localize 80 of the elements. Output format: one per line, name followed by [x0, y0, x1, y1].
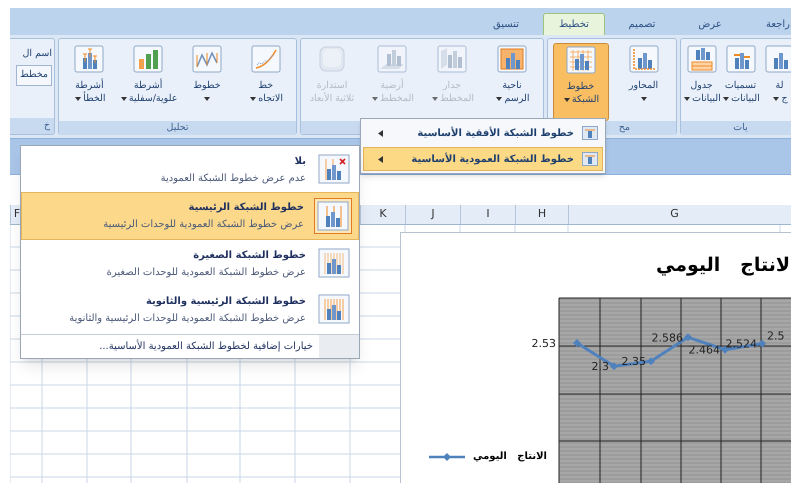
- bar-chart-icon: [133, 45, 164, 73]
- tab[interactable]: راجعة: [747, 13, 791, 35]
- menu-item-description: عرض خطوط الشبكة العمودية للوحدات الرئيسية: [103, 218, 304, 232]
- menu-item-title: خطوط الشبكة الرئيسية: [188, 201, 304, 215]
- menu-item[interactable]: بلا عدم عرض خطوط الشبكة العمودية: [21, 146, 359, 192]
- tab[interactable]: تصميم: [611, 13, 673, 35]
- gridlines-chart-icon: [318, 248, 350, 278]
- ribbon-button[interactable]: المحاور: [616, 43, 672, 121]
- ribbon-button[interactable]: لة ج: [760, 43, 791, 121]
- ribbon-button[interactable]: أشرطة الخطأ: [61, 43, 118, 121]
- trendline-chart-icon: [250, 45, 281, 73]
- labeled-bar-chart-icon: [726, 45, 756, 73]
- menu-item-title: بلا: [294, 155, 306, 169]
- legend-line-icon: [429, 452, 465, 462]
- column-header[interactable]: G: [568, 205, 780, 224]
- menu-item-description: عدم عرض خطوط الشبكة العمودية: [160, 172, 306, 186]
- ribbon-button[interactable]: تسميات البيانات: [721, 43, 760, 121]
- caret-icon: [75, 96, 82, 100]
- chart-title: لانتاج اليومي: [656, 253, 790, 278]
- point: [610, 362, 618, 370]
- ribbon-button[interactable]: خط الاتجاه: [238, 43, 294, 121]
- chart-wall-icon: [437, 45, 467, 73]
- caret-icon: [120, 96, 127, 100]
- menu-item[interactable]: خطوط الشبكة الصغيرة عرض خطوط الشبكة العمودية للوحدات الصغيرة: [21, 240, 359, 286]
- ribbon-button[interactable]: خطوط الشبكة: [552, 43, 608, 121]
- group-label: يات: [681, 121, 791, 136]
- group-label: خ: [10, 118, 54, 134]
- caret-icon: [496, 96, 502, 100]
- tab[interactable]: عرض: [679, 13, 741, 35]
- data-label: 2.5: [767, 330, 784, 343]
- chart-gridlines-icon: [566, 46, 596, 74]
- tab[interactable]: تنسيق: [475, 13, 537, 35]
- gridlines-chart-icon: [318, 154, 350, 184]
- caret-icon: [773, 96, 780, 100]
- menu-icon-column: [319, 335, 359, 358]
- chart-name-field[interactable]: مخطط: [16, 65, 52, 86]
- ribbon-button[interactable]: خطوط: [178, 43, 235, 121]
- point: [684, 333, 692, 342]
- caret-icon: [723, 96, 730, 100]
- menu-item-description: عرض خطوط الشبكة العمودية للوحدات الصغيرة: [106, 266, 306, 280]
- line-chart-icon: [192, 45, 222, 73]
- group-label: تحليل: [59, 121, 296, 136]
- arrow-left-icon: [378, 130, 383, 136]
- tab[interactable]: تخطيط: [543, 13, 605, 35]
- menu-item[interactable]: خطوط الشبكة الرئيسية عرض خطوط الشبكة العمودية للوحدات الرئيسية: [21, 192, 359, 240]
- gridlines-chart-icon: [318, 294, 350, 324]
- error-bars-icon: [74, 45, 104, 73]
- bar-chart-table-icon: [686, 45, 716, 73]
- data-label: 2.53: [532, 337, 556, 350]
- caret-icon: [432, 96, 438, 100]
- column-header[interactable]: J: [405, 205, 460, 224]
- chart-icon: [582, 152, 598, 166]
- point: [573, 339, 581, 347]
- submenu-item[interactable]: خطوط الشبكة العمودية الأساسية: [363, 147, 603, 171]
- menu-item-title: خطوط الشبكة الرئيسية والثانوية: [144, 295, 306, 309]
- menu-footer-option[interactable]: خيارات إضافية لخطوط الشبكة العمودية الأساسية...: [21, 335, 319, 358]
- chart-floor-icon: [377, 45, 407, 73]
- point: [758, 340, 766, 348]
- point: [647, 357, 655, 366]
- chart-axes-icon: [628, 45, 658, 73]
- caret-icon: [564, 98, 570, 102]
- menu-item[interactable]: خطوط الشبكة الرئيسية والثانوية عرض خطوط الشبكة العمودية للوحدات الرئيسية والثانوية: [21, 286, 359, 332]
- caret-icon: [640, 96, 646, 100]
- ribbon-button[interactable]: أشرطة علوية/سفلية: [120, 43, 176, 121]
- caret-icon: [372, 96, 378, 100]
- gridlines-chart-icon: [317, 201, 349, 231]
- menu-item-title: خطوط الشبكة الصغيرة: [192, 249, 306, 263]
- arrow-left-icon: [378, 156, 383, 162]
- ribbon-button[interactable]: جدول البيانات: [682, 43, 721, 121]
- menu-item-description: عرض خطوط الشبكة العمودية للوحدات الرئيسية والثانوية: [69, 312, 306, 326]
- caret-icon: [250, 96, 256, 100]
- field-label: اسم ال: [22, 47, 52, 61]
- caret-icon: [684, 96, 690, 100]
- column-header[interactable]: H: [515, 205, 568, 224]
- caret-icon: [204, 96, 210, 100]
- rounded-square-icon: [317, 45, 347, 73]
- chart-icon: [582, 126, 598, 140]
- column-header[interactable]: I: [460, 205, 515, 224]
- plot-area-icon: [497, 45, 527, 73]
- legend-label: الانتاج اليومي: [473, 450, 547, 464]
